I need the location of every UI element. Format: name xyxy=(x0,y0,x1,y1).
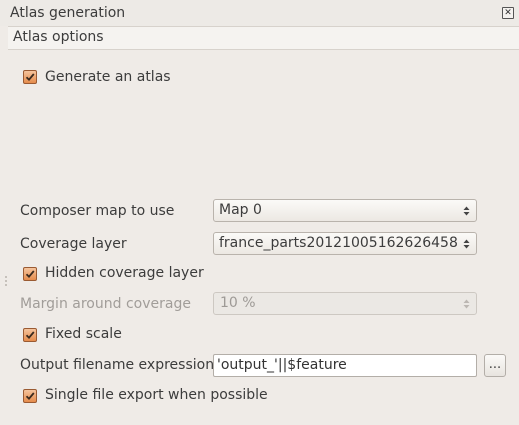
hidden-coverage-label[interactable]: Hidden coverage layer xyxy=(45,265,204,281)
dock-title-bar: Atlas generation ✕ xyxy=(0,0,519,26)
combo-arrows-icon xyxy=(463,204,470,218)
output-filename-label: Output filename expression xyxy=(20,357,215,373)
margin-spinbox[interactable]: 10 % xyxy=(213,292,477,315)
combo-arrows-icon xyxy=(463,237,470,251)
coverage-layer-value: france_parts20121005162626458 xyxy=(219,235,458,251)
section-title: Atlas options xyxy=(13,29,104,45)
output-filename-value: 'output_'||$feature xyxy=(217,357,347,373)
checkmark-icon xyxy=(25,331,35,340)
composer-map-value: Map 0 xyxy=(219,202,262,218)
window-title: Atlas generation xyxy=(10,5,126,21)
margin-label: Margin around coverage xyxy=(20,296,191,312)
spin-arrows-icon xyxy=(463,297,470,311)
composer-map-label: Composer map to use xyxy=(20,203,175,219)
section-header[interactable]: Atlas options xyxy=(8,26,519,50)
single-file-label[interactable]: Single file export when possible xyxy=(45,387,268,403)
composer-map-combo[interactable]: Map 0 xyxy=(213,199,477,222)
hidden-coverage-checkbox[interactable] xyxy=(23,267,37,281)
checkmark-icon xyxy=(25,270,35,279)
expression-builder-button[interactable]: ... xyxy=(484,354,506,377)
coverage-layer-combo[interactable]: france_parts20121005162626458 xyxy=(213,232,477,255)
checkmark-icon xyxy=(25,73,35,82)
coverage-layer-label: Coverage layer xyxy=(20,236,127,252)
generate-atlas-label[interactable]: Generate an atlas xyxy=(45,69,171,85)
generate-atlas-checkbox[interactable] xyxy=(23,70,37,84)
fixed-scale-label[interactable]: Fixed scale xyxy=(45,326,122,342)
drag-grip-icon xyxy=(5,276,7,286)
single-file-checkbox[interactable] xyxy=(23,389,37,403)
margin-value: 10 % xyxy=(220,295,256,311)
checkmark-icon xyxy=(25,392,35,401)
close-icon[interactable]: ✕ xyxy=(502,7,514,19)
fixed-scale-checkbox[interactable] xyxy=(23,328,37,342)
output-filename-input[interactable]: 'output_'||$feature xyxy=(213,354,477,377)
